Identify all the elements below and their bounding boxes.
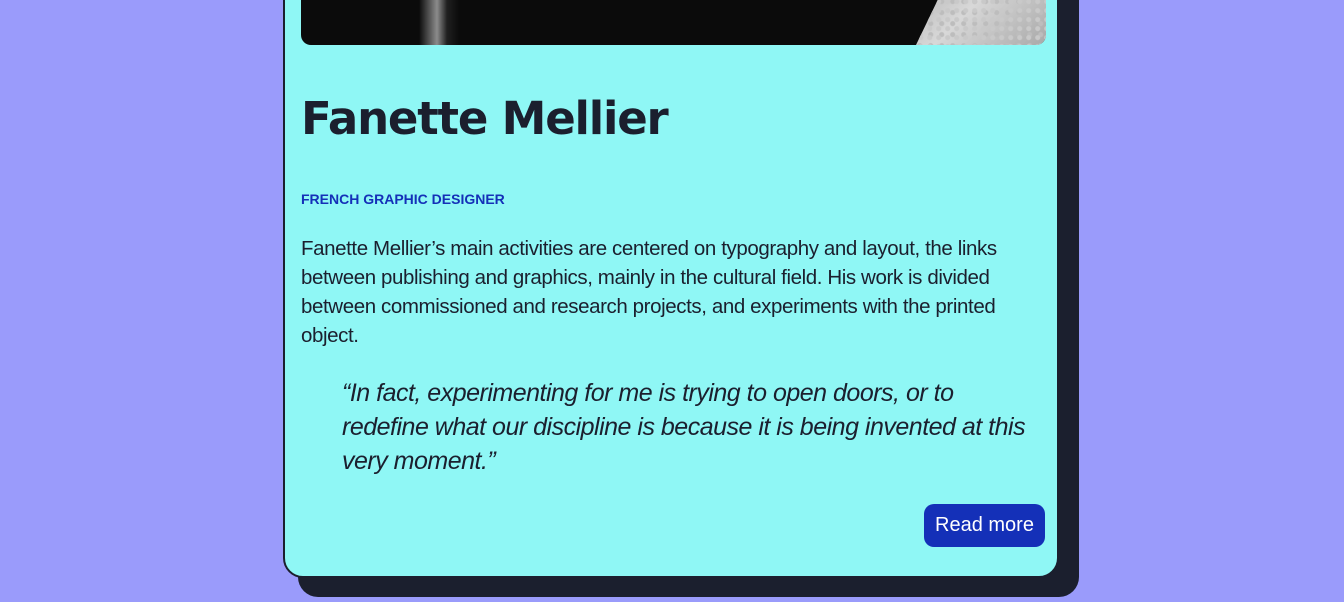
read-more-button[interactable]: Read more — [924, 504, 1045, 547]
profile-role: French graphic designer — [301, 191, 505, 207]
profile-photo — [301, 0, 1046, 45]
page: Fanette Mellier French graphic designer … — [0, 0, 1344, 602]
photo-shading — [419, 0, 459, 45]
profile-quote: “In fact, experimenting for me is trying… — [342, 379, 1026, 475]
profile-card: Fanette Mellier French graphic designer … — [283, 0, 1059, 578]
profile-bio: Fanette Mellier’s main activities are ce… — [301, 237, 997, 347]
photo-wall-texture — [916, 0, 1046, 45]
profile-name: Fanette Mellier — [301, 92, 669, 145]
